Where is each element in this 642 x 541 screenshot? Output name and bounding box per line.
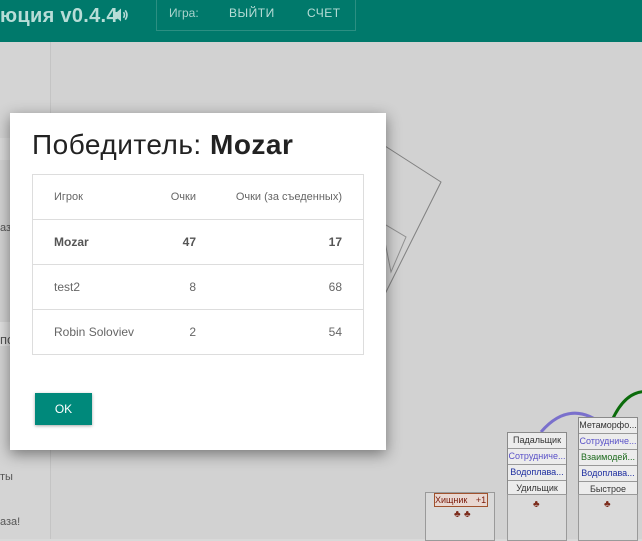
player-eaten-points: 17 [196, 219, 364, 265]
predator-bonus: +1 [475, 495, 487, 505]
game-controls: Игра: ВЫЙТИ СЧЕТ [156, 0, 356, 31]
trait-row: Взаимодей... [579, 450, 637, 466]
trait-row: Сотрудниче... [508, 449, 566, 465]
trait-row: Падальщик [508, 433, 566, 449]
player-eaten-points: 54 [196, 309, 364, 355]
creature-column-1: ♣ [507, 494, 567, 541]
creature-card-2[interactable]: Метаморфо... Сотрудниче... Взаимодей... … [578, 417, 638, 499]
dialog-title: Победитель: Mozar [32, 129, 293, 161]
table-row: test2 8 68 [32, 264, 364, 310]
player-name: test2 [32, 264, 151, 310]
table-row: Mozar 47 17 [32, 219, 364, 265]
column-header-eaten-points: Очки (за съеденных) [196, 174, 364, 220]
ok-button[interactable]: OK [35, 393, 92, 425]
column-header-player: Игрок [32, 174, 151, 220]
app-title: юция v0.4.4 [0, 5, 118, 27]
winner-name: Mozar [210, 129, 294, 160]
player-points: 8 [151, 264, 196, 310]
winner-dialog: Победитель: Mozar Игрок Очки Очки (за съ… [10, 113, 386, 450]
creature-column-predator[interactable]: Хищник +1 ♣ ♣ [425, 492, 495, 541]
player-name: Robin Soloviev [32, 309, 151, 355]
player-eaten-points: 68 [196, 264, 364, 310]
title-prefix: Победитель: [32, 129, 210, 160]
left-text-3: ты [0, 471, 13, 483]
exit-button[interactable]: ВЫЙТИ [229, 6, 275, 20]
predator-label: Хищник [435, 495, 468, 505]
food-icon: ♣ [464, 509, 471, 520]
food-icon: ♣ [604, 499, 611, 510]
creature-card-1[interactable]: Падальщик Сотрудниче... Водоплава... Уди… [507, 432, 567, 498]
trait-row: Сотрудниче... [579, 434, 637, 450]
trait-row: Водоплава... [508, 465, 566, 481]
trait-row: Водоплава... [579, 466, 637, 482]
top-bar: юция v0.4.4 Игра: ВЫЙТИ СЧЕТ [0, 0, 642, 42]
score-table: Игрок Очки Очки (за съеденных) Mozar 47 … [32, 174, 364, 355]
player-points: 47 [151, 219, 196, 265]
trait-row: Метаморфо... [579, 418, 637, 434]
game-label: Игра: [169, 6, 199, 20]
left-text-4: аза! [0, 516, 21, 528]
speaker-icon[interactable] [112, 6, 130, 29]
column-header-points: Очки [151, 174, 196, 220]
food-icon: ♣ [454, 509, 461, 520]
player-points: 2 [151, 309, 196, 355]
table-header-row: Игрок Очки Очки (за съеденных) [32, 174, 364, 220]
food-icon: ♣ [533, 499, 540, 510]
table-row: Robin Soloviev 2 54 [32, 309, 364, 355]
player-name: Mozar [32, 219, 151, 265]
creature-column-2: ♣ [578, 494, 638, 541]
score-button[interactable]: СЧЕТ [307, 6, 341, 20]
